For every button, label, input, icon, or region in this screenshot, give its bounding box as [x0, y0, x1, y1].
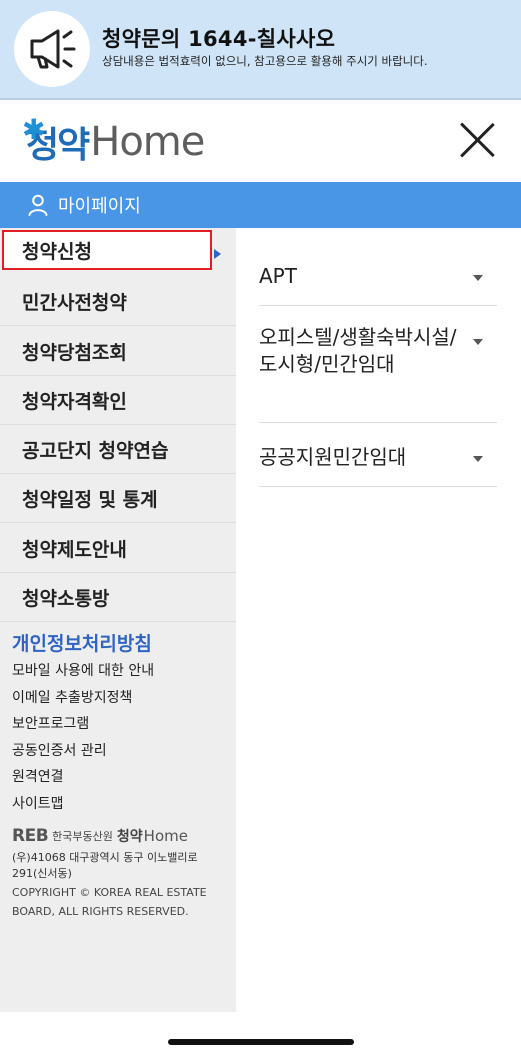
submenu-label: APT [259, 264, 297, 288]
nav-item-winner-lookup[interactable]: 청약당첨조회 [0, 327, 236, 376]
megaphone-icon [14, 11, 90, 87]
home-indicator[interactable] [168, 1039, 354, 1045]
copyright: COPYRIGHT © KOREA REAL ESTATE BOARD, ALL… [12, 886, 207, 918]
address: (우)41068 대구광역시 동구 이노밸리로 291(신서동) [12, 851, 198, 880]
nav-item-label: 공고단지 청약연습 [22, 439, 169, 462]
nav-item-label: 청약신청 [22, 240, 92, 263]
nav-item-communication[interactable]: 청약소통방 [0, 573, 236, 622]
submenu-label: 오피스텔/생활숙박시설/도시형/민간임대 [259, 325, 457, 376]
banner-subtitle: 상담내용은 법적효력이 없으니, 참고용으로 활용해 주시기 바랍니다. [102, 54, 428, 68]
nav-item-label: 민간사전청약 [22, 291, 127, 314]
footer-home-korean: 청약 [116, 829, 143, 845]
submenu-label: 공공지원민간임대 [259, 445, 407, 469]
logo-english: Home [90, 119, 205, 165]
privacy-policy-link[interactable]: 개인정보처리방침 [12, 629, 152, 656]
active-arrow-icon [214, 249, 221, 259]
mypage-button[interactable]: 마이페이지 [0, 182, 521, 228]
close-icon[interactable] [457, 120, 497, 160]
nav-item-apply[interactable]: 청약신청 [2, 230, 212, 270]
header: ✱ 청약 Home [0, 102, 521, 182]
nav-item-eligibility-check[interactable]: 청약자격확인 [0, 376, 236, 425]
mobile-guide-link[interactable]: 모바일 사용에 대한 안내 [12, 660, 154, 680]
nav-item-label: 청약제도안내 [22, 538, 127, 561]
submenu-item-apt[interactable]: APT [259, 258, 497, 306]
caret-down-icon [473, 456, 483, 462]
nav-item-system-guide[interactable]: 청약제도안내 [0, 524, 236, 573]
security-program-link[interactable]: 보안프로그램 [12, 713, 89, 733]
nav-item-private-pre-subscription[interactable]: 민간사전청약 [0, 277, 236, 326]
mypage-label: 마이페이지 [58, 196, 141, 217]
nav-item-label: 청약자격확인 [22, 390, 127, 413]
reb-org-name: 한국부동산원 [52, 830, 113, 843]
sitemap-link[interactable]: 사이트맵 [12, 793, 64, 813]
footer-home-english: Home [143, 827, 188, 845]
user-icon [28, 194, 48, 216]
caret-down-icon [473, 339, 483, 345]
consultation-banner: 청약문의 1644-칠사사오 상담내용은 법적효력이 없으니, 참고용으로 활용… [0, 0, 521, 100]
nav-item-practice[interactable]: 공고단지 청약연습 [0, 425, 236, 474]
email-policy-link[interactable]: 이메일 추출방지정책 [12, 687, 132, 707]
reb-logo: REB [12, 826, 49, 846]
remote-connect-link[interactable]: 원격연결 [12, 766, 64, 786]
nav-item-label: 청약일정 및 통계 [22, 488, 158, 511]
logo-star-icon: ✱ [22, 113, 46, 146]
nav-item-label: 청약당첨조회 [22, 341, 127, 364]
nav-item-label: 청약소통방 [22, 587, 110, 610]
banner-title: 청약문의 1644-칠사사오 [102, 27, 336, 51]
site-logo[interactable]: ✱ 청약 Home [22, 113, 205, 168]
submenu-item-officetel[interactable]: 오피스텔/생활숙박시설/도시형/민간임대 [259, 306, 497, 423]
footer-logo: REB 한국부동산원 청약 Home [12, 826, 188, 846]
submenu-item-public-private-rental[interactable]: 공공지원민간임대 [259, 423, 497, 487]
nav-item-schedule-stats[interactable]: 청약일정 및 통계 [0, 474, 236, 523]
certificate-link[interactable]: 공동인증서 관리 [12, 740, 107, 760]
caret-down-icon [473, 275, 483, 281]
